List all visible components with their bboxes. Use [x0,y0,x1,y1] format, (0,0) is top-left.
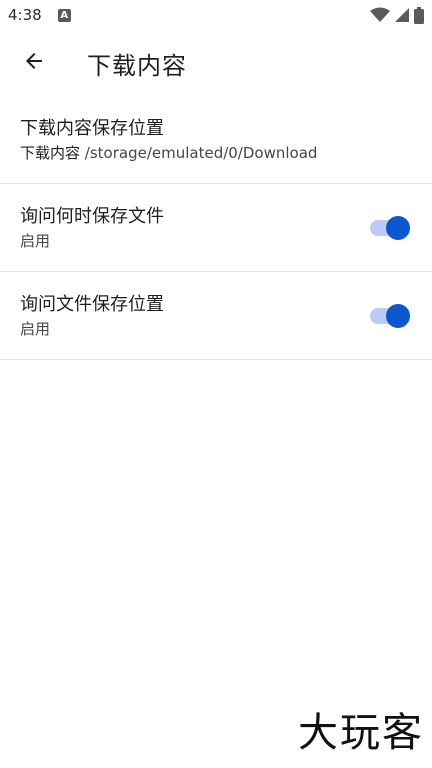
toggle-thumb [386,215,410,240]
setting-text: 询问何时保存文件 启用 [20,204,164,252]
screen: 4:38 A 下载内容 下载内容保存位置 下载内容 /storage/emula… [0,0,432,768]
ask-when-to-save-setting[interactable]: 询问何时保存文件 启用 [0,184,432,272]
setting-title: 询问何时保存文件 [20,205,164,227]
toggle-thumb [386,303,410,328]
ask-where-to-save-toggle[interactable] [370,303,410,328]
status-time: 4:38 [8,6,42,24]
setting-text: 下载内容保存位置 下载内容 /storage/emulated/0/Downlo… [20,116,317,164]
battery-icon [414,6,424,24]
setting-title: 下载内容保存位置 [20,117,164,139]
setting-summary: 启用 [20,231,51,250]
setting-summary: 下载内容 /storage/emulated/0/Download [20,142,317,164]
status-bar: 4:38 A [0,0,432,30]
setting-title: 询问文件保存位置 [20,293,164,315]
status-icons [370,6,424,24]
watermark: 大玩客 [298,710,424,756]
settings-list: 下载内容保存位置 下载内容 /storage/emulated/0/Downlo… [0,96,432,360]
signal-icon [394,7,410,23]
app-bar: 下载内容 [0,30,432,96]
notification-icon: A [57,8,71,22]
back-button[interactable] [14,43,54,83]
ask-where-to-save-setting[interactable]: 询问文件保存位置 启用 [0,272,432,360]
setting-summary: 启用 [20,319,51,338]
setting-text: 询问文件保存位置 启用 [20,292,164,340]
summary-folder-name: 下载内容 [20,143,81,162]
arrow-back-icon [22,49,46,77]
page-title: 下载内容 [87,51,187,80]
download-location-setting[interactable]: 下载内容保存位置 下载内容 /storage/emulated/0/Downlo… [0,96,432,184]
ask-when-to-save-toggle[interactable] [370,215,410,240]
summary-path: /storage/emulated/0/Download [80,143,318,162]
wifi-icon [370,7,390,23]
